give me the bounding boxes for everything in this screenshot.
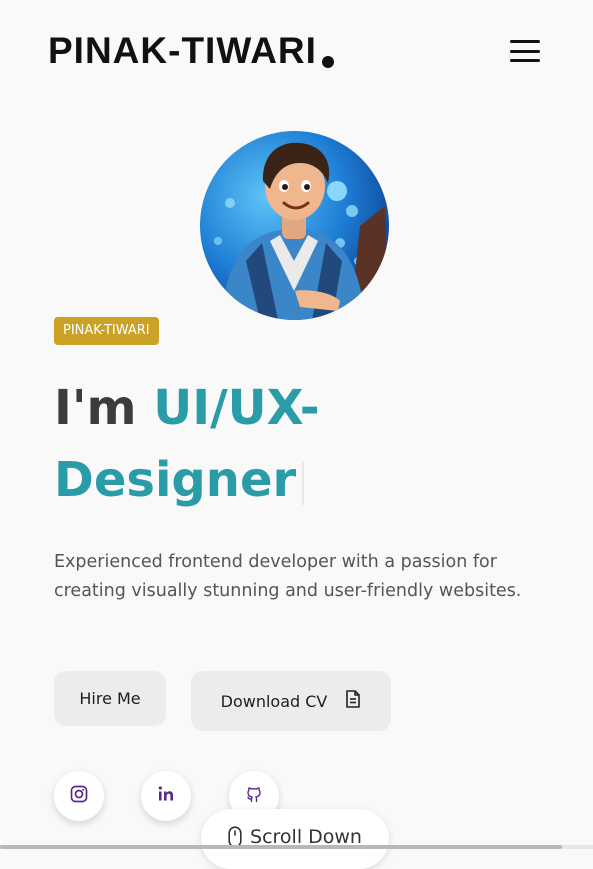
name-badge: PINAK-TIWARI	[54, 317, 159, 345]
hire-me-button[interactable]: Hire Me	[54, 671, 166, 726]
headline-role-line2: Designer	[54, 452, 297, 508]
hero-headline: I'm UI/UX- Designer	[54, 372, 534, 516]
typing-cursor	[302, 461, 305, 505]
menu-line	[510, 49, 540, 53]
linkedin-icon	[157, 785, 175, 807]
download-cv-label: Download CV	[220, 691, 328, 711]
profile-avatar	[200, 131, 389, 320]
menu-line	[510, 59, 540, 62]
logo-dot	[322, 56, 334, 68]
site-logo[interactable]: PINAK-TIWARI	[48, 30, 317, 72]
instagram-icon	[70, 785, 88, 807]
download-cv-button[interactable]: Download CV	[191, 671, 391, 731]
linkedin-link[interactable]	[141, 771, 191, 821]
hire-me-label: Hire Me	[79, 689, 141, 708]
hamburger-menu-icon[interactable]	[510, 40, 540, 62]
menu-line	[510, 40, 540, 43]
scroll-down-button[interactable]: Scroll Down	[201, 809, 389, 869]
github-icon	[245, 785, 263, 807]
instagram-link[interactable]	[54, 771, 104, 821]
headline-prefix: I'm	[54, 380, 137, 436]
hero-description: Experienced frontend developer with a pa…	[54, 552, 522, 601]
headline-role-line1: UI/UX-	[153, 380, 320, 436]
document-icon	[345, 690, 361, 712]
horizontal-scrollbar-thumb[interactable]	[0, 845, 562, 849]
